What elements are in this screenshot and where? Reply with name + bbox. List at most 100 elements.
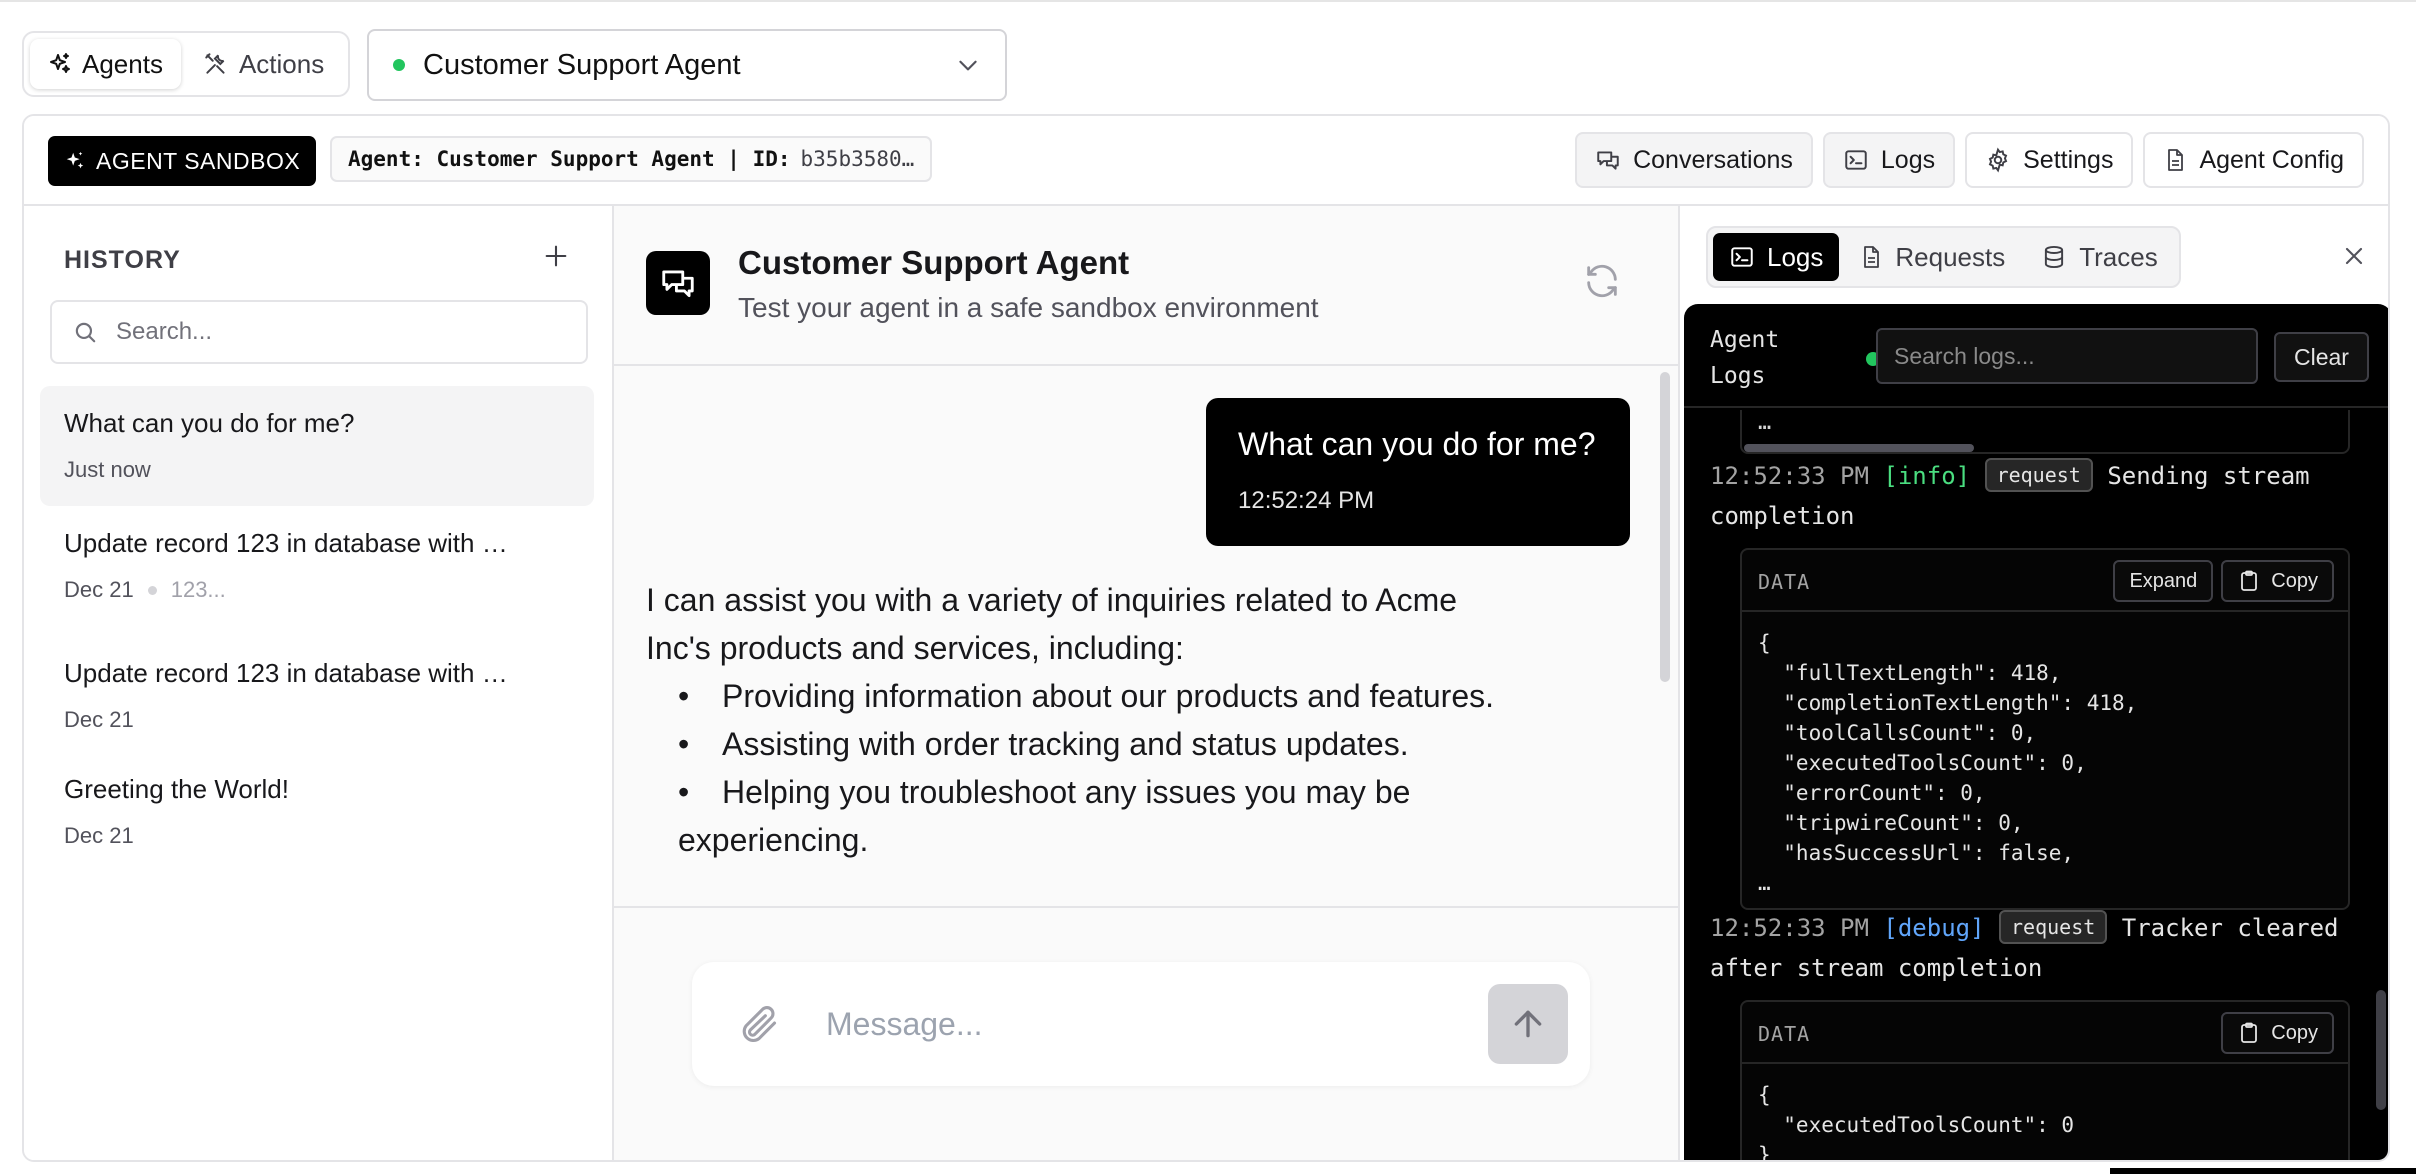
tab-traces[interactable]: Traces	[2025, 233, 2174, 281]
arrow-up-icon	[1508, 1004, 1548, 1044]
list-item: • Providing information about our product…	[678, 678, 1495, 714]
message-input[interactable]	[826, 998, 1446, 1050]
separator-dot	[147, 585, 157, 595]
copy-label: Copy	[2271, 569, 2318, 592]
document-icon	[1859, 244, 1883, 270]
user-message-text: What can you do for me?	[1238, 426, 1596, 462]
chat-agent-avatar	[646, 251, 710, 315]
horizontal-scrollbar[interactable]	[1744, 444, 1974, 452]
history-item-meta: Just now	[64, 457, 570, 483]
log-terminal: Agent Logs Clear … 12:52:33 PM [info] re…	[1684, 304, 2388, 1162]
agent-sandbox-badge: AGENT SANDBOX	[48, 136, 317, 186]
new-conversation-button[interactable]	[542, 242, 570, 270]
data-label: DATA	[1758, 570, 1811, 594]
clear-logs-button[interactable]: Clear	[2274, 332, 2369, 382]
previous-data-block: …	[1740, 410, 2350, 454]
conversations-label: Conversations	[1633, 145, 1793, 174]
copy-button[interactable]: Copy	[2221, 1012, 2334, 1054]
chat-title: Customer Support Agent	[738, 244, 1130, 281]
log-tag: request	[1984, 458, 2093, 492]
log-level: [debug]	[1883, 914, 1985, 942]
agent-config-label: Agent Config	[2199, 145, 2344, 174]
bottom-edge-bar	[2110, 1168, 2416, 1174]
chevron-down-icon	[955, 52, 981, 78]
chat-header: Customer Support Agent Test your agent i…	[614, 206, 1678, 366]
history-item-meta: Dec 21 123...	[64, 577, 570, 603]
history-item-meta: Dec 21	[64, 823, 570, 849]
history-item-title: Update record 123 in database with …	[64, 528, 508, 558]
agent-status-dot	[393, 59, 405, 71]
data-block-header: DATA Copy	[1742, 1002, 2348, 1064]
history-item[interactable]: Update record 123 in database with … Dec…	[40, 528, 594, 628]
reset-conversation-button[interactable]	[1582, 261, 1622, 301]
agent-id-value: b35b3580…	[800, 147, 915, 171]
history-title: HISTORY	[64, 246, 181, 274]
agents-label: Agents	[82, 48, 163, 79]
chat-panel: Customer Support Agent Test your agent i…	[614, 206, 1680, 1160]
terminal-title: Agent Logs	[1710, 327, 1780, 389]
log-data-block: DATA Expand Copy { "fullTextLength": 418…	[1740, 548, 2350, 910]
tab-requests-label: Requests	[1895, 241, 2006, 272]
agent-sandbox-label: AGENT SANDBOX	[96, 147, 301, 174]
list-item-text: Assisting with order tracking and status…	[722, 726, 1409, 762]
history-item-title: Update record 123 in database with …	[64, 658, 508, 688]
paperclip-icon[interactable]	[736, 1002, 780, 1046]
history-item[interactable]: Greeting the World! Dec 21	[40, 774, 594, 874]
chat-subtitle: Test your agent in a safe sandbox enviro…	[738, 292, 1319, 323]
settings-button[interactable]: Settings	[1965, 132, 2134, 188]
terminal-icon	[1729, 244, 1755, 270]
history-item-date: Just now	[64, 457, 151, 482]
data-json: { "executedToolsCount": 0 }	[1758, 1083, 2075, 1162]
log-list: … 12:52:33 PM [info] request Sending str…	[1684, 410, 2388, 1162]
document-icon	[2163, 147, 2187, 173]
gear-icon	[1985, 147, 2011, 173]
log-data-block: DATA Copy { "executedToolsCount": 0 }	[1740, 1000, 2350, 1162]
history-search-input[interactable]	[116, 318, 556, 346]
user-message: What can you do for me? 12:52:24 PM	[1206, 398, 1630, 546]
refresh-icon	[1582, 261, 1622, 301]
expand-button[interactable]: Expand	[2113, 560, 2214, 602]
copy-button[interactable]: Copy	[2221, 560, 2334, 602]
sparkles-icon	[64, 150, 86, 172]
truncation-ellipsis: …	[1758, 410, 1772, 435]
copy-label: Copy	[2271, 1021, 2318, 1044]
conversations-button[interactable]: Conversations	[1575, 132, 1813, 188]
chat-bubbles-icon	[1595, 147, 1621, 173]
send-button[interactable]	[1488, 984, 1568, 1064]
history-item[interactable]: What can you do for me? Just now	[40, 386, 594, 506]
chat-bubbles-icon	[659, 264, 697, 302]
assistant-message-list: • Providing information about our product…	[646, 672, 1526, 864]
chat-scrollbar[interactable]	[1660, 372, 1670, 682]
agent-id-label: Agent: Customer Support Agent | ID:	[348, 147, 791, 171]
log-time: 12:52:33 PM	[1710, 914, 1869, 942]
history-item[interactable]: Update record 123 in database with … Dec…	[40, 658, 594, 758]
search-icon	[72, 319, 98, 345]
data-label: DATA	[1758, 1022, 1811, 1046]
history-item-date: Dec 21	[64, 707, 134, 732]
agent-config-button[interactable]: Agent Config	[2143, 132, 2364, 188]
plus-icon	[542, 242, 570, 270]
agent-selector[interactable]: Customer Support Agent	[367, 29, 1007, 101]
tab-requests[interactable]: Requests	[1843, 233, 2021, 281]
history-item-preview: 123...	[170, 577, 226, 602]
history-item-title: Greeting the World!	[64, 774, 289, 804]
mode-switch: Agents Actions	[22, 31, 350, 97]
close-panel-button[interactable]	[2340, 242, 2368, 270]
terminal-icon	[1843, 147, 1869, 173]
actions-tab[interactable]: Actions	[185, 39, 342, 89]
sandbox-header: AGENT SANDBOX Agent: Customer Support Ag…	[24, 116, 2388, 206]
log-scrollbar[interactable]	[2376, 990, 2386, 1110]
log-search-input[interactable]	[1894, 342, 2240, 370]
composer	[692, 962, 1590, 1086]
list-item-text: Helping you troubleshoot any issues you …	[678, 774, 1411, 858]
agents-tab[interactable]: Agents	[30, 39, 181, 89]
tab-logs[interactable]: Logs	[1713, 233, 1840, 281]
log-tag: request	[1999, 910, 2108, 944]
close-icon	[2340, 242, 2368, 270]
database-icon	[2041, 244, 2067, 270]
data-actions: Expand Copy	[2113, 560, 2334, 602]
history-item-date: Dec 21	[64, 823, 134, 848]
logs-button[interactable]: Logs	[1822, 132, 1956, 188]
agent-selector-name: Customer Support Agent	[423, 48, 741, 81]
list-item: • Assisting with order tracking and statu…	[678, 726, 1409, 762]
